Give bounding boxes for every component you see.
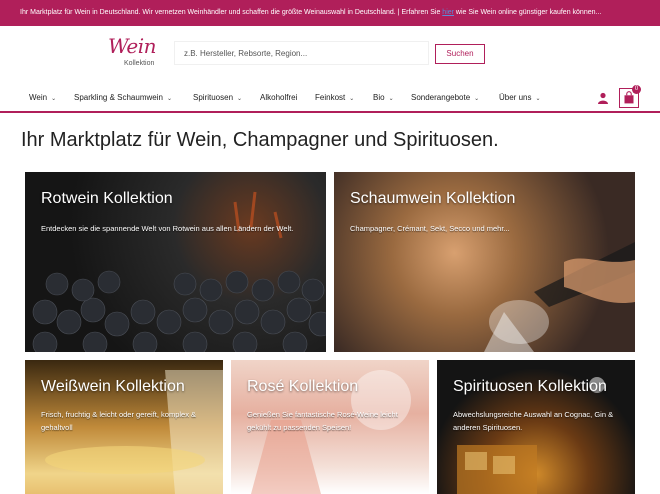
promo-text-end: wie Sie Wein online günstiger kaufen kön… [453, 9, 602, 16]
promo-topbar: Ihr Marktplatz für Wein in Deutschland. … [0, 0, 660, 26]
tile-title: Schaumwein Kollektion [350, 190, 516, 207]
chevron-down-icon: ⌄ [388, 96, 394, 102]
tile-description: Champagner, Crémant, Sekt, Secco und meh… [350, 224, 510, 233]
chevron-down-icon: ⌄ [237, 96, 243, 102]
site-header: Wein Kollektion Suchen [0, 26, 660, 84]
tile-rotwein[interactable]: Rotwein Kollektion Entdecken sie die spa… [25, 172, 326, 352]
chevron-down-icon: ⌄ [535, 96, 541, 102]
tile-schaumwein[interactable]: Schaumwein Kollektion Champagner, Créman… [334, 172, 635, 352]
nav-item-sonderangebote[interactable]: Sonderangebote ⌄ [411, 84, 479, 111]
nav-label: Wein [29, 93, 48, 102]
tile-description: Abwechslungsreiche Auswahl an Cognac, Gi… [453, 410, 614, 432]
tile-description: Frisch, fruchtig & leicht oder gereift, … [41, 410, 197, 432]
nav-label: Bio [373, 93, 385, 102]
nav-label: Spirituosen [193, 93, 234, 102]
nav-label: Sonderangebote [411, 93, 471, 102]
tile-title: Spirituosen Kollektion [453, 378, 607, 395]
tile-description: Entdecken sie die spannende Welt von Rot… [41, 224, 294, 233]
chevron-down-icon: ⌄ [51, 96, 57, 102]
cart-count-badge: 0 [632, 85, 641, 94]
page-title: Ihr Marktplatz für Wein, Champagner und … [21, 129, 499, 151]
tile-title: Rosé Kollektion [247, 378, 359, 395]
chevron-down-icon: ⌄ [166, 96, 172, 102]
site-logo[interactable]: Wein Kollektion [104, 34, 164, 74]
logo-wordmark: Wein [108, 34, 157, 58]
nav-label: Alkoholfrei [260, 93, 298, 102]
nav-item-feinkost[interactable]: Feinkost ⌄ [315, 84, 354, 111]
promo-link[interactable]: hier [442, 9, 454, 16]
tile-spirituosen[interactable]: Spirituosen Kollektion Abwechslungsreich… [437, 360, 635, 494]
nav-label: Feinkost [315, 93, 346, 102]
nav-item-sparkling[interactable]: Sparkling & Schaumwein ⌄ [74, 84, 172, 111]
nav-label: Über uns [499, 93, 532, 102]
nav-item-alkoholfrei[interactable]: Alkoholfrei [260, 84, 297, 111]
search-button[interactable]: Suchen [435, 44, 485, 64]
nav-item-spirituosen[interactable]: Spirituosen ⌄ [193, 84, 242, 111]
tile-title: Weißwein Kollektion [41, 378, 185, 395]
tile-title: Rotwein Kollektion [41, 190, 173, 207]
user-icon[interactable] [597, 92, 609, 104]
main-nav: Wein ⌄ Sparkling & Schaumwein ⌄ Spirituose… [0, 84, 660, 113]
nav-label: Sparkling & Schaumwein [74, 93, 163, 102]
nav-item-ueber-uns[interactable]: Über uns ⌄ [499, 84, 541, 111]
nav-item-wein[interactable]: Wein ⌄ [29, 84, 56, 111]
tile-description: Genießen Sie fantastische Rosé-Weine lei… [247, 410, 398, 432]
chevron-down-icon: ⌄ [474, 96, 480, 102]
search-input[interactable] [174, 41, 429, 65]
logo-subtitle: Kollektion [124, 60, 155, 67]
chevron-down-icon: ⌄ [349, 96, 355, 102]
nav-item-bio[interactable]: Bio ⌄ [373, 84, 394, 111]
promo-text: Ihr Marktplatz für Wein in Deutschland. … [20, 9, 443, 16]
tile-rose[interactable]: Rosé Kollektion Genießen Sie fantastisch… [231, 360, 429, 494]
tile-weisswein[interactable]: Weißwein Kollektion Frisch, fruchtig & l… [25, 360, 223, 494]
